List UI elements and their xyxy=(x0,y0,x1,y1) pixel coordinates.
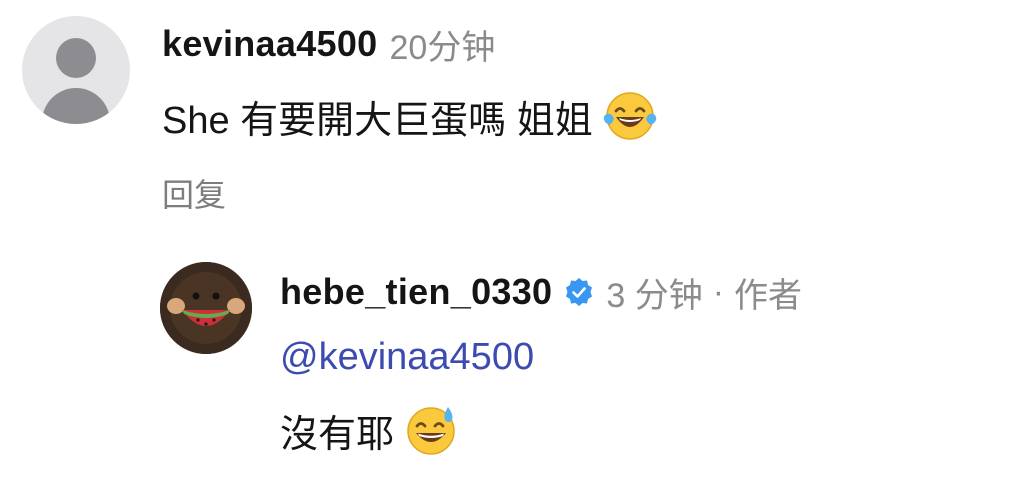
reply-item: hebe_tien_0330 3 分钟 · 作者 @kevinaa4500 沒有… xyxy=(0,240,1016,478)
author-avatar[interactable] xyxy=(160,262,252,354)
laughing-tears-emoji-icon xyxy=(603,92,657,140)
reply-username[interactable]: hebe_tien_0330 xyxy=(280,271,552,313)
comment-body: She 有要開大巨蛋嗎 姐姐 xyxy=(162,86,657,146)
meta-separator: · xyxy=(712,272,725,311)
reply-text: 沒有耶 xyxy=(280,413,395,456)
sweat-smile-emoji-icon xyxy=(407,407,455,455)
author-avatar-image xyxy=(160,262,252,354)
avatar-head-shape xyxy=(56,38,96,78)
comment-text: She 有要開大巨蛋嗎 姐姐 xyxy=(162,99,593,142)
avatar-body-shape xyxy=(42,88,110,124)
reply-time: 3 分钟 xyxy=(606,276,703,315)
mention-link[interactable]: @kevinaa4500 xyxy=(280,336,534,379)
comment-meta: kevinaa4500 20分钟 xyxy=(162,18,495,70)
author-label: 作者 xyxy=(734,276,803,315)
verified-badge-icon xyxy=(566,278,593,306)
avatar[interactable] xyxy=(22,16,130,124)
reply-button[interactable]: 回复 xyxy=(162,170,226,216)
reply-body: 沒有耶 xyxy=(280,400,458,460)
reply-meta: hebe_tien_0330 3 分钟 · 作者 xyxy=(280,266,802,318)
comment-username[interactable]: kevinaa4500 xyxy=(162,23,378,65)
comment-item: kevinaa4500 20分钟 She 有要開大巨蛋嗎 姐姐 回复 xyxy=(0,0,1016,220)
comment-time: 20分钟 xyxy=(389,28,496,67)
